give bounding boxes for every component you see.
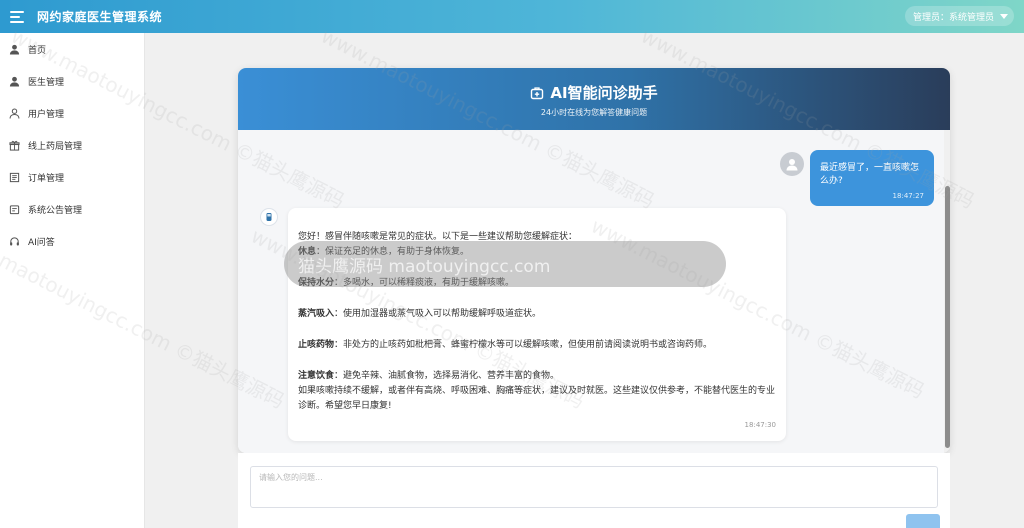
chat-title: AI智能问诊助手 [550, 84, 658, 102]
bot-avatar-icon [260, 208, 278, 226]
bot-icon [266, 213, 272, 221]
sidebar-item-label: 医生管理 [28, 77, 65, 88]
sidebar-item-label: AI问答 [28, 237, 55, 248]
tip-title: 蒸汽吸入 [298, 309, 335, 319]
user-menu[interactable]: 管理员：系统管理员 [904, 6, 1014, 26]
user-icon [9, 44, 20, 55]
avatar [780, 152, 804, 176]
sidebar-item-label: 首页 [28, 45, 47, 56]
user-message-bubble: 最近感冒了，一直咳嗽怎么办? 18:47:27 [810, 150, 934, 206]
user-icon [9, 76, 20, 87]
user-menu-label: 管理员：系统管理员 [912, 12, 994, 23]
sidebar-item-label: 订单管理 [28, 173, 65, 184]
list-icon [9, 172, 20, 182]
notice-icon [9, 204, 20, 214]
tip-body: ：避免辛辣、油腻食物，选择易消化、营养丰富的食物。 [334, 371, 560, 381]
bot-tip: 蒸汽吸入：使用加湿器或蒸气吸入可以帮助缓解呼吸道症状。 [298, 307, 776, 322]
sidebar-item-label: 线上药局管理 [28, 141, 83, 152]
chat-title-row: AI智能问诊助手 [238, 82, 950, 103]
tip-title: 注意饮食 [298, 371, 335, 381]
sidebar-item-label: 用户管理 [28, 109, 65, 120]
message-timestamp: 18:47:30 [744, 421, 776, 429]
bot-closing: 如果咳嗽持续不缓解，或者伴有高烧、呼吸困难、胸痛等症状，建议及时就医。这些建议仅… [298, 386, 776, 411]
bot-tip: 注意饮食：避免辛辣、油腻食物，选择易消化、营养丰富的食物。 [298, 369, 776, 384]
headset-icon [10, 236, 19, 246]
chat-header: AI智能问诊助手 24小时在线为您解答健康问题 [238, 68, 950, 130]
sidebar-item-announcements[interactable]: 系统公告管理 [0, 193, 144, 225]
sidebar-item-pharmacy[interactable]: 线上药局管理 [0, 129, 144, 161]
gift-icon [9, 140, 20, 151]
top-bar: 网约家庭医生管理系统 管理员：系统管理员 [0, 0, 1024, 33]
sidebar-item-home[interactable]: 首页 [0, 33, 144, 65]
sidebar-item-ai-qa[interactable]: AI问答 [0, 225, 144, 257]
question-input[interactable] [250, 466, 938, 508]
chevron-down-icon [1000, 13, 1008, 19]
tip-body: ：非处方的止咳药如枇杷膏、蜂蜜柠檬水等可以缓解咳嗽，但使用前请阅读说明书或咨询药… [334, 340, 713, 350]
user-outline-icon [9, 108, 20, 118]
sidebar-item-users[interactable]: 用户管理 [0, 97, 144, 129]
user-message-text: 最近感冒了，一直咳嗽怎么办? [820, 163, 920, 186]
scrollbar-thumb[interactable] [945, 186, 950, 448]
send-button[interactable] [906, 514, 940, 528]
sidebar: 首页 医生管理 用户管理 线上药局管理 订单管理 系统公告管理 AI问答 [0, 33, 145, 528]
watermark-overlay-pill: 猫头鹰源码 maotouyingcc.com [284, 241, 726, 287]
app-title: 网约家庭医生管理系统 [37, 10, 163, 24]
tip-body: ：使用加湿器或蒸气吸入可以帮助缓解呼吸道症状。 [334, 309, 542, 319]
tip-title: 止咳药物 [298, 340, 335, 350]
user-message: 最近感冒了，一直咳嗽怎么办? 18:47:27 [780, 150, 934, 206]
user-avatar-icon [786, 159, 798, 171]
message-list[interactable]: 最近感冒了，一直咳嗽怎么办? 18:47:27 您好！感冒伴随咳嗽是常见的症状。… [238, 130, 950, 453]
message-timestamp: 18:47:27 [892, 192, 924, 200]
bot-tip: 止咳药物：非处方的止咳药如枇杷膏、蜂蜜柠檬水等可以缓解咳嗽，但使用前请阅读说明书… [298, 338, 776, 353]
sidebar-item-orders[interactable]: 订单管理 [0, 161, 144, 193]
sidebar-item-doctors[interactable]: 医生管理 [0, 65, 144, 97]
sidebar-item-label: 系统公告管理 [28, 205, 83, 216]
input-area [238, 453, 950, 528]
medical-kit-icon [531, 86, 544, 99]
menu-toggle-icon[interactable] [10, 10, 24, 23]
chat-subtitle: 24小时在线为您解答健康问题 [540, 108, 648, 117]
